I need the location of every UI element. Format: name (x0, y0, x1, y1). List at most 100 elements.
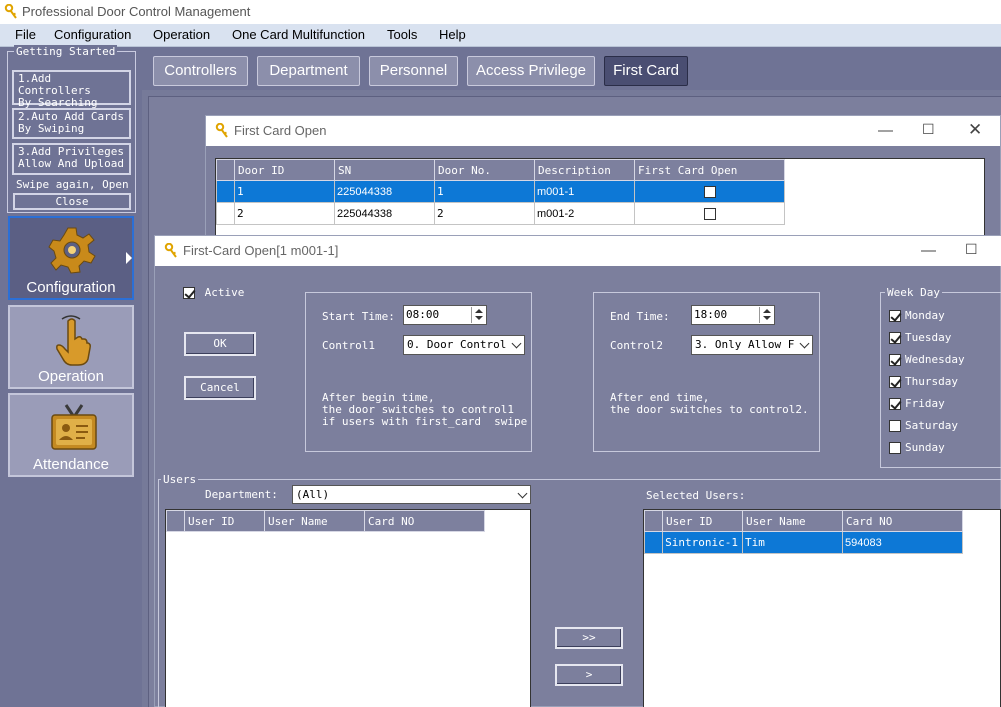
selected-users-list[interactable]: User ID User Name Card NO Sintronic-1 Ti… (643, 509, 1001, 707)
col-door-no[interactable]: Door No. (434, 159, 535, 181)
tab-access-privilege[interactable]: Access Privilege (467, 56, 595, 86)
weekday-wednesday[interactable]: Wednesday (889, 353, 965, 366)
cell-user-id[interactable]: Sintronic-1 (662, 531, 743, 554)
close-getting-started-button[interactable]: Close (13, 193, 131, 210)
wednesday-checkbox[interactable] (889, 354, 901, 366)
row-header[interactable] (216, 180, 235, 203)
nav-operation[interactable]: Operation (8, 305, 134, 389)
menu-tools[interactable]: Tools (387, 27, 417, 42)
menu-file[interactable]: File (15, 27, 36, 42)
col-door-id[interactable]: Door ID (234, 159, 335, 181)
add-all-users-button[interactable]: >> (555, 627, 623, 649)
dialog-maximize-icon[interactable]: ☐ (965, 241, 978, 258)
col-first-card-open[interactable]: First Card Open (634, 159, 785, 181)
tab-first-card[interactable]: First Card (604, 56, 688, 86)
app-title: Professional Door Control Management (22, 4, 251, 19)
cell-first-card-open[interactable] (634, 180, 785, 203)
nav-attendance-label: Attendance (33, 456, 109, 473)
friday-checkbox[interactable] (889, 398, 901, 410)
row-header[interactable] (644, 531, 663, 554)
menu-operation[interactable]: Operation (153, 27, 210, 42)
active-checkbox[interactable] (183, 287, 195, 299)
col-user-name[interactable]: User Name (742, 510, 843, 532)
active-checkbox-row[interactable]: Active (183, 286, 244, 299)
col-sn[interactable]: SN (334, 159, 435, 181)
table-row[interactable]: Sintronic-1 Tim 594083 (644, 531, 963, 554)
table-row[interactable]: 1 225044338 1 m001-1 (216, 180, 785, 203)
control2-select[interactable]: 3. Only Allow Fi (691, 335, 813, 355)
step-add-controllers-button[interactable]: 1.Add Controllers By Searching (12, 70, 131, 109)
end-time-spinner[interactable] (759, 307, 773, 323)
control1-select[interactable]: 0. Door Controll (403, 335, 525, 355)
selected-users-header: User ID User Name Card NO (644, 510, 963, 532)
cell-door-id[interactable]: 1 (234, 180, 335, 203)
tuesday-checkbox[interactable] (889, 332, 901, 344)
weekday-monday[interactable]: Monday (889, 309, 945, 322)
maximize-icon[interactable]: ☐ (922, 121, 935, 138)
table-row[interactable]: 2 225044338 2 m001-2 (216, 202, 785, 225)
menu-one-card-multifunction[interactable]: One Card Multifunction (232, 27, 365, 42)
first-card-open-title: First Card Open (234, 123, 327, 138)
weekday-label: Thursday (905, 375, 958, 388)
first-card-open-checkbox[interactable] (703, 208, 716, 220)
menu-help[interactable]: Help (439, 27, 466, 42)
cell-first-card-open[interactable] (634, 202, 785, 225)
control2-value: 3. Only Allow Fi (695, 338, 801, 351)
end-time-description: After end time, the door switches to con… (610, 391, 809, 416)
first-card-open-dialog: First-Card Open[1 m001-1] — ☐ Active OK … (154, 235, 1001, 707)
department-label: Department: (205, 488, 278, 501)
end-time-input[interactable]: 18:00 (691, 305, 775, 325)
active-label: Active (204, 286, 245, 299)
saturday-checkbox[interactable] (889, 420, 901, 432)
step-auto-add-cards-button[interactable]: 2.Auto Add Cards By Swiping (12, 108, 131, 139)
cell-user-name[interactable]: Tim (742, 531, 843, 554)
monday-checkbox[interactable] (889, 310, 901, 322)
cell-sn[interactable]: 225044338 (334, 202, 435, 225)
sunday-checkbox[interactable] (889, 442, 901, 454)
nav-attendance[interactable]: Attendance (8, 393, 134, 477)
col-description[interactable]: Description (534, 159, 635, 181)
col-user-id[interactable]: User ID (662, 510, 743, 532)
minimize-icon[interactable]: — (878, 122, 893, 139)
col-card-no[interactable]: Card NO (364, 510, 485, 532)
step-add-privileges-button[interactable]: 3.Add Privileges Allow And Upload (12, 143, 131, 175)
cell-card-no[interactable]: 594083 (842, 531, 963, 554)
row-header[interactable] (216, 202, 235, 225)
col-user-id[interactable]: User ID (184, 510, 265, 532)
dialog-minimize-icon[interactable]: — (921, 242, 936, 259)
start-time-input[interactable]: 08:00 (403, 305, 487, 325)
ok-button[interactable]: OK (184, 332, 256, 356)
weekday-tuesday[interactable]: Tuesday (889, 331, 951, 344)
tab-department[interactable]: Department (257, 56, 360, 86)
available-users-list[interactable]: User ID User Name Card NO (165, 509, 531, 707)
add-selected-user-button[interactable]: > (555, 664, 623, 686)
menu-configuration[interactable]: Configuration (54, 27, 131, 42)
control1-value: 0. Door Controll (407, 338, 513, 351)
cell-door-no[interactable]: 2 (434, 202, 535, 225)
nav-configuration[interactable]: Configuration (8, 216, 134, 300)
weekday-thursday[interactable]: Thursday (889, 375, 958, 388)
control2-dropdown[interactable] (794, 336, 812, 354)
department-select[interactable]: (All) (292, 485, 531, 504)
weekday-saturday[interactable]: Saturday (889, 419, 958, 432)
thursday-checkbox[interactable] (889, 376, 901, 388)
tab-personnel[interactable]: Personnel (369, 56, 458, 86)
weekday-friday[interactable]: Friday (889, 397, 945, 410)
cell-description[interactable]: m001-2 (534, 202, 635, 225)
weekday-sunday[interactable]: Sunday (889, 441, 945, 454)
close-icon[interactable]: ✕ (968, 120, 982, 140)
swipe-again-text: Swipe again, Open (16, 178, 129, 191)
cell-description[interactable]: m001-1 (534, 180, 635, 203)
control1-dropdown[interactable] (506, 336, 524, 354)
weekday-label: Wednesday (905, 353, 965, 366)
first-card-open-checkbox[interactable] (703, 186, 716, 198)
start-time-spinner[interactable] (471, 307, 485, 323)
department-dropdown[interactable] (512, 486, 530, 503)
col-card-no[interactable]: Card NO (842, 510, 963, 532)
cell-door-id[interactable]: 2 (234, 202, 335, 225)
cancel-button[interactable]: Cancel (184, 376, 256, 400)
tab-controllers[interactable]: Controllers (153, 56, 248, 86)
cell-sn[interactable]: 225044338 (334, 180, 435, 203)
cell-door-no[interactable]: 1 (434, 180, 535, 203)
col-user-name[interactable]: User Name (264, 510, 365, 532)
